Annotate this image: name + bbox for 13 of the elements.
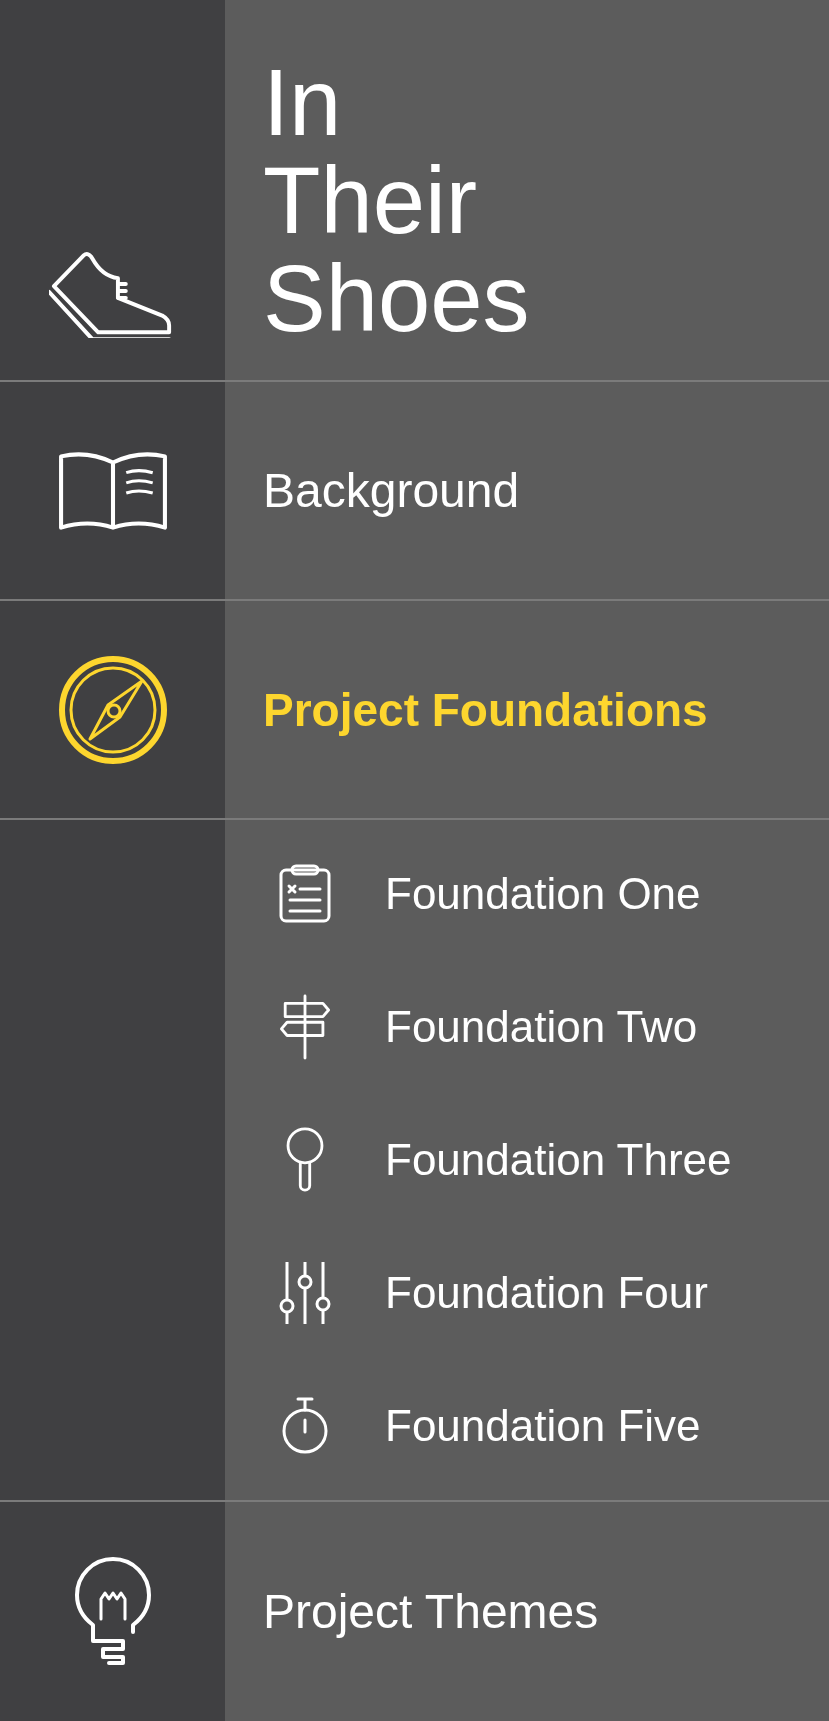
submenu-item[interactable]: Foundation Two bbox=[385, 1002, 698, 1053]
menu-item[interactable]: Project Themes bbox=[263, 1584, 599, 1639]
submenu-item[interactable]: Foundation One bbox=[385, 869, 701, 920]
lightbulb-icon bbox=[72, 1556, 153, 1667]
sliders-icon bbox=[278, 1259, 332, 1326]
menu-item[interactable]: Background bbox=[263, 463, 520, 518]
submenu-item[interactable]: Foundation Three bbox=[385, 1135, 732, 1185]
submenu-item[interactable]: Foundation Four bbox=[385, 1267, 708, 1318]
signpost-icon bbox=[278, 994, 332, 1061]
submenu-item[interactable]: Foundation Five bbox=[385, 1400, 701, 1451]
menu-item[interactable]: Project Foundations bbox=[263, 682, 708, 737]
app-title: In Their Shoes bbox=[263, 54, 530, 348]
compass-icon bbox=[56, 654, 169, 765]
